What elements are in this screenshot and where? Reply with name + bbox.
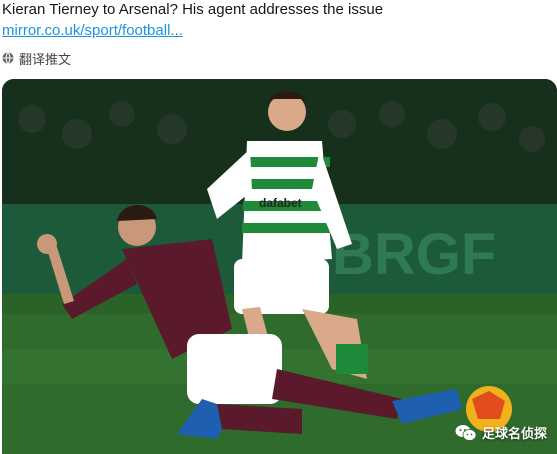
football-tackle-photo: BRGF dafabet [2, 79, 557, 454]
watermark-text: 足球名侦探 [481, 426, 547, 441]
tweet-photo[interactable]: BRGF dafabet 足球名侦探 [2, 79, 557, 454]
translate-label: 翻译推文 [19, 51, 72, 67]
translate-tweet-button[interactable]: 翻译推文 [2, 49, 71, 67]
watermark: 足球名侦探 [455, 423, 547, 442]
tweet-text: Kieran Tierney to Arsenal? His agent add… [2, 1, 384, 18]
shirt-sponsor: dafabet [259, 196, 302, 210]
article-link[interactable]: mirror.co.uk/sport/football... [2, 21, 183, 41]
globe-icon [2, 52, 14, 64]
board-text: BRGF [332, 222, 496, 287]
wechat-icon [455, 424, 477, 441]
